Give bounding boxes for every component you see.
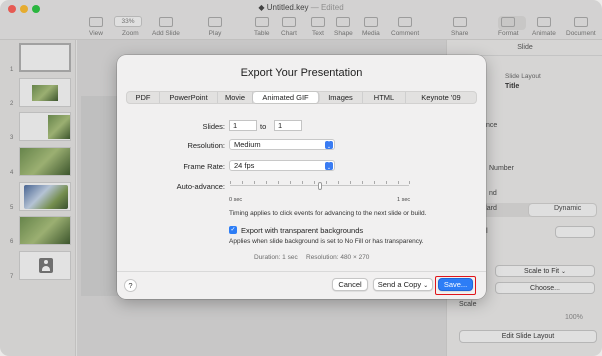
tab-images[interactable]: Images bbox=[319, 92, 363, 103]
auto-advance-min-label: 0 sec bbox=[229, 197, 243, 203]
tab-keynote-09[interactable]: Keynote '09 bbox=[406, 92, 476, 103]
send-a-copy-label: Send a Copy bbox=[377, 280, 422, 289]
frame-rate-value: 24 fps bbox=[234, 161, 255, 170]
auto-advance-label: Auto-advance: bbox=[176, 182, 225, 191]
slider-tick bbox=[254, 181, 255, 184]
output-resolution-text: Resolution: 480 × 270 bbox=[306, 254, 370, 261]
slider-tick bbox=[314, 181, 315, 184]
resolution-value: Medium bbox=[234, 140, 261, 149]
slides-to-field[interactable]: 1 bbox=[274, 120, 302, 131]
slides-to-label: to bbox=[260, 122, 267, 131]
slider-tick bbox=[230, 181, 231, 184]
slides-label: Slides: bbox=[202, 122, 225, 131]
slider-tick bbox=[242, 181, 243, 184]
slider-tick bbox=[386, 181, 387, 184]
slider-tick bbox=[266, 181, 267, 184]
slider-tick bbox=[350, 181, 351, 184]
dialog-title: Export Your Presentation bbox=[240, 67, 363, 79]
slider-tick bbox=[338, 181, 339, 184]
slider-tick bbox=[278, 181, 279, 184]
slider-tick bbox=[374, 181, 375, 184]
help-button[interactable]: ? bbox=[124, 279, 137, 292]
send-a-copy-button[interactable]: Send a Copy ⌄ bbox=[373, 278, 433, 291]
save-button-highlight-ring bbox=[435, 276, 476, 295]
slider-tick bbox=[302, 181, 303, 184]
chevron-updown-icon: ⌃ ⌄ bbox=[325, 140, 333, 150]
tab-animated-gif[interactable]: Animated GIF bbox=[253, 92, 319, 103]
transparent-background-checkbox[interactable]: ✓ bbox=[229, 226, 237, 234]
auto-advance-max-label: 1 sec bbox=[397, 197, 411, 203]
export-format-tabs: PDF PowerPoint Movie Animated GIF Images… bbox=[126, 91, 477, 104]
frame-rate-select[interactable]: 24 fps ⌃ ⌄ bbox=[229, 160, 335, 171]
frame-rate-label: Frame Rate: bbox=[183, 162, 225, 171]
dialog-divider bbox=[117, 271, 486, 272]
timing-note: Timing applies to click events for advan… bbox=[229, 210, 427, 217]
cancel-button[interactable]: Cancel bbox=[332, 278, 368, 291]
chevron-updown-icon: ⌃ ⌄ bbox=[325, 161, 333, 171]
transparent-background-label[interactable]: Export with transparent backgrounds bbox=[241, 226, 363, 235]
tab-html[interactable]: HTML bbox=[363, 92, 406, 103]
slider-tick bbox=[398, 181, 399, 184]
resolution-select[interactable]: Medium ⌃ ⌄ bbox=[229, 139, 335, 150]
slider-tick bbox=[409, 181, 410, 184]
tab-movie[interactable]: Movie bbox=[218, 92, 253, 103]
duration-text: Duration: 1 sec bbox=[254, 254, 298, 261]
slider-tick bbox=[326, 181, 327, 184]
tab-powerpoint[interactable]: PowerPoint bbox=[160, 92, 218, 103]
auto-advance-slider-knob[interactable] bbox=[317, 182, 322, 190]
slides-from-field[interactable]: 1 bbox=[229, 120, 257, 131]
transparent-background-note: Applies when slide background is set to … bbox=[229, 238, 424, 245]
export-dialog: Export Your Presentation PDF PowerPoint … bbox=[117, 55, 486, 299]
tab-pdf[interactable]: PDF bbox=[127, 92, 160, 103]
chevron-down-icon: ⌄ bbox=[423, 283, 429, 289]
resolution-label: Resolution: bbox=[187, 141, 225, 150]
keynote-window: ◆ Untitled.key — Edited View 33% Zoom Ad… bbox=[0, 0, 602, 356]
slider-tick bbox=[290, 181, 291, 184]
slider-tick bbox=[362, 181, 363, 184]
